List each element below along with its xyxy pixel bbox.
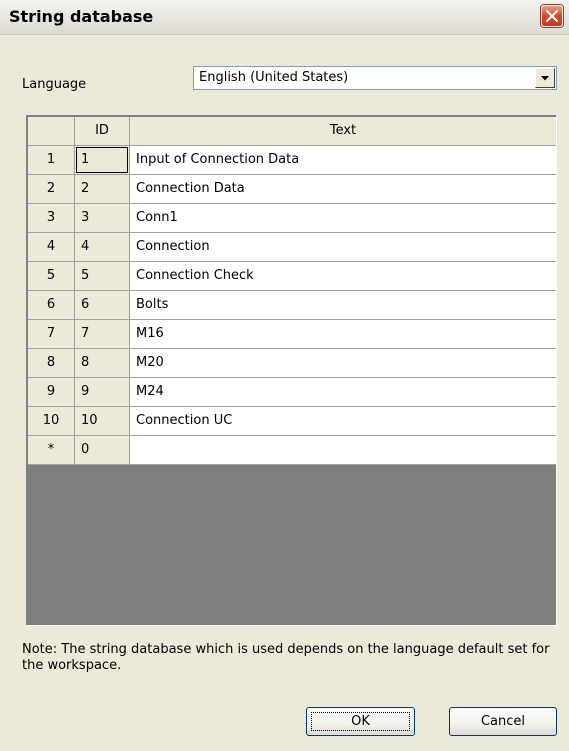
text-cell[interactable]: Connection UC: [130, 407, 556, 436]
id-cell[interactable]: 0: [75, 436, 130, 465]
id-cell[interactable]: 3: [75, 204, 130, 233]
id-cell[interactable]: 8: [75, 349, 130, 378]
row-header[interactable]: 3: [28, 204, 75, 233]
id-cell[interactable]: 5: [75, 262, 130, 291]
id-cell[interactable]: 4: [75, 233, 130, 262]
table-row[interactable]: 4 4 Connection: [28, 233, 556, 262]
language-dropdown[interactable]: English (United States): [193, 66, 557, 90]
row-header[interactable]: *: [28, 436, 75, 465]
column-header-text[interactable]: Text: [130, 117, 556, 146]
table-row[interactable]: 6 6 Bolts: [28, 291, 556, 320]
text-cell[interactable]: Input of Connection Data: [130, 146, 556, 175]
chevron-down-icon: [541, 76, 549, 81]
text-cell[interactable]: Conn1: [130, 204, 556, 233]
title-bar[interactable]: String database: [0, 0, 569, 35]
row-header[interactable]: 8: [28, 349, 75, 378]
new-row[interactable]: * 0: [28, 436, 556, 465]
string-database-dialog: String database Language English (United…: [0, 0, 569, 751]
table-row[interactable]: 5 5 Connection Check: [28, 262, 556, 291]
ok-button[interactable]: OK: [306, 707, 415, 736]
row-header[interactable]: 9: [28, 378, 75, 407]
grid-corner-header[interactable]: [28, 117, 75, 146]
id-cell[interactable]: 6: [75, 291, 130, 320]
note-text: Note: The string database which is used …: [22, 642, 550, 673]
table-row[interactable]: 7 7 M16: [28, 320, 556, 349]
window-title: String database: [9, 7, 154, 26]
row-header[interactable]: 2: [28, 175, 75, 204]
column-header-id[interactable]: ID: [75, 117, 130, 146]
row-header[interactable]: 7: [28, 320, 75, 349]
id-cell[interactable]: 1: [75, 146, 130, 175]
id-cell[interactable]: 10: [75, 407, 130, 436]
text-cell[interactable]: M16: [130, 320, 556, 349]
grid-header-row: ID Text: [28, 117, 556, 146]
table-row[interactable]: 10 10 Connection UC: [28, 407, 556, 436]
row-header[interactable]: 10: [28, 407, 75, 436]
table-row[interactable]: 2 2 Connection Data: [28, 175, 556, 204]
table-row[interactable]: 9 9 M24: [28, 378, 556, 407]
text-cell[interactable]: Connection Data: [130, 175, 556, 204]
text-cell[interactable]: Bolts: [130, 291, 556, 320]
table-row[interactable]: 8 8 M20: [28, 349, 556, 378]
close-button[interactable]: [541, 5, 563, 27]
text-cell[interactable]: M20: [130, 349, 556, 378]
text-cell[interactable]: [130, 436, 556, 465]
focus-rectangle: [311, 712, 410, 731]
id-cell[interactable]: 7: [75, 320, 130, 349]
language-selected-value: English (United States): [199, 70, 349, 85]
text-cell[interactable]: Connection: [130, 233, 556, 262]
text-cell[interactable]: M24: [130, 378, 556, 407]
id-cell[interactable]: 9: [75, 378, 130, 407]
row-header[interactable]: 6: [28, 291, 75, 320]
cancel-button[interactable]: Cancel: [449, 707, 557, 736]
cancel-button-label: Cancel: [480, 714, 526, 729]
language-label: Language: [22, 77, 87, 92]
row-header[interactable]: 4: [28, 233, 75, 262]
row-header[interactable]: 5: [28, 262, 75, 291]
table-row[interactable]: 1 1 Input of Connection Data: [28, 146, 556, 175]
row-header[interactable]: 1: [28, 146, 75, 175]
language-dropdown-button[interactable]: [535, 68, 555, 88]
close-icon: [546, 10, 558, 22]
text-cell[interactable]: Connection Check: [130, 262, 556, 291]
id-cell[interactable]: 2: [75, 175, 130, 204]
table-row[interactable]: 3 3 Conn1: [28, 204, 556, 233]
string-grid[interactable]: ID Text 1 1 Input of Connection Data 2 2 Conn…: [26, 115, 557, 626]
